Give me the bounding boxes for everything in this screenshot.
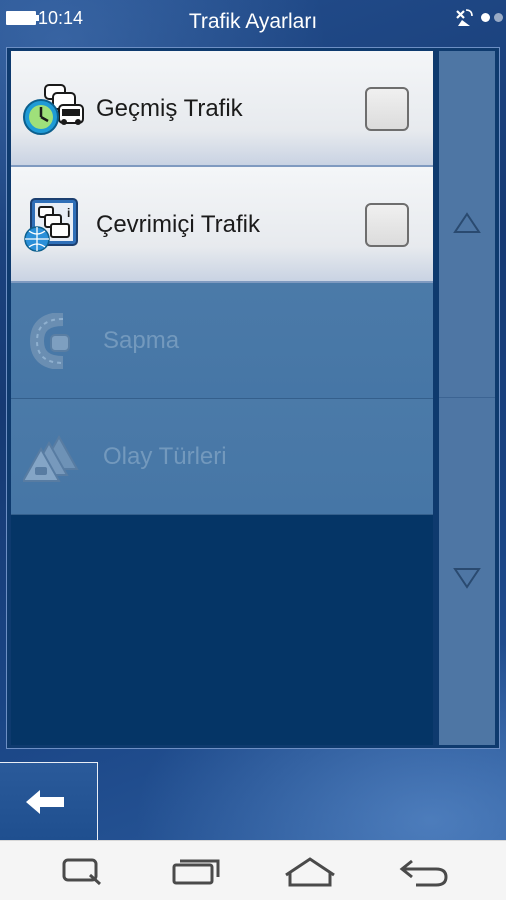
arrow-down-icon: [453, 568, 481, 589]
online-traffic-checkbox[interactable]: [365, 203, 409, 247]
detour-icon: [29, 313, 70, 369]
recent-apps-icon[interactable]: [166, 853, 226, 889]
arrow-up-icon: [453, 212, 481, 233]
list-item-detour: Sapma: [11, 283, 433, 399]
scroll-up-button[interactable]: [439, 51, 495, 398]
page-title: Trafik Ayarları: [188, 10, 318, 33]
online-traffic-icon: i: [24, 198, 78, 252]
title-bar: 10:14 Trafik Ayarları: [0, 0, 506, 44]
back-arrow-icon: [26, 790, 64, 814]
settings-list: Geçmiş Trafik i Çevrimiçi Trafik Sapma O…: [11, 51, 433, 745]
system-nav-bar: [0, 840, 506, 900]
list-item-historical-traffic[interactable]: Geçmiş Trafik: [11, 51, 433, 167]
gps-icon: [456, 9, 473, 26]
back-button[interactable]: [0, 762, 98, 840]
row-label: Sapma: [103, 327, 180, 354]
home-icon[interactable]: [280, 853, 340, 889]
row-label: Çevrimiçi Trafik: [96, 211, 261, 238]
row-label: Geçmiş Trafik: [96, 95, 243, 122]
row-label: Olay Türleri: [103, 443, 227, 470]
back-icon[interactable]: [394, 853, 454, 889]
status-dot-icon: [494, 13, 503, 22]
scroll-down-button[interactable]: [439, 398, 495, 745]
svg-text:i: i: [67, 206, 70, 220]
historical-traffic-checkbox[interactable]: [365, 87, 409, 131]
event-types-icon: [23, 434, 79, 482]
search-icon[interactable]: [52, 853, 112, 889]
list-item-online-traffic[interactable]: i Çevrimiçi Trafik: [11, 167, 433, 283]
list-item-event-types: Olay Türleri: [11, 399, 433, 515]
status-dot-icon: [481, 13, 490, 22]
settings-panel: Geçmiş Trafik i Çevrimiçi Trafik Sapma O…: [6, 47, 500, 749]
scrollbar[interactable]: [439, 51, 495, 745]
historical-traffic-icon: [23, 84, 84, 135]
